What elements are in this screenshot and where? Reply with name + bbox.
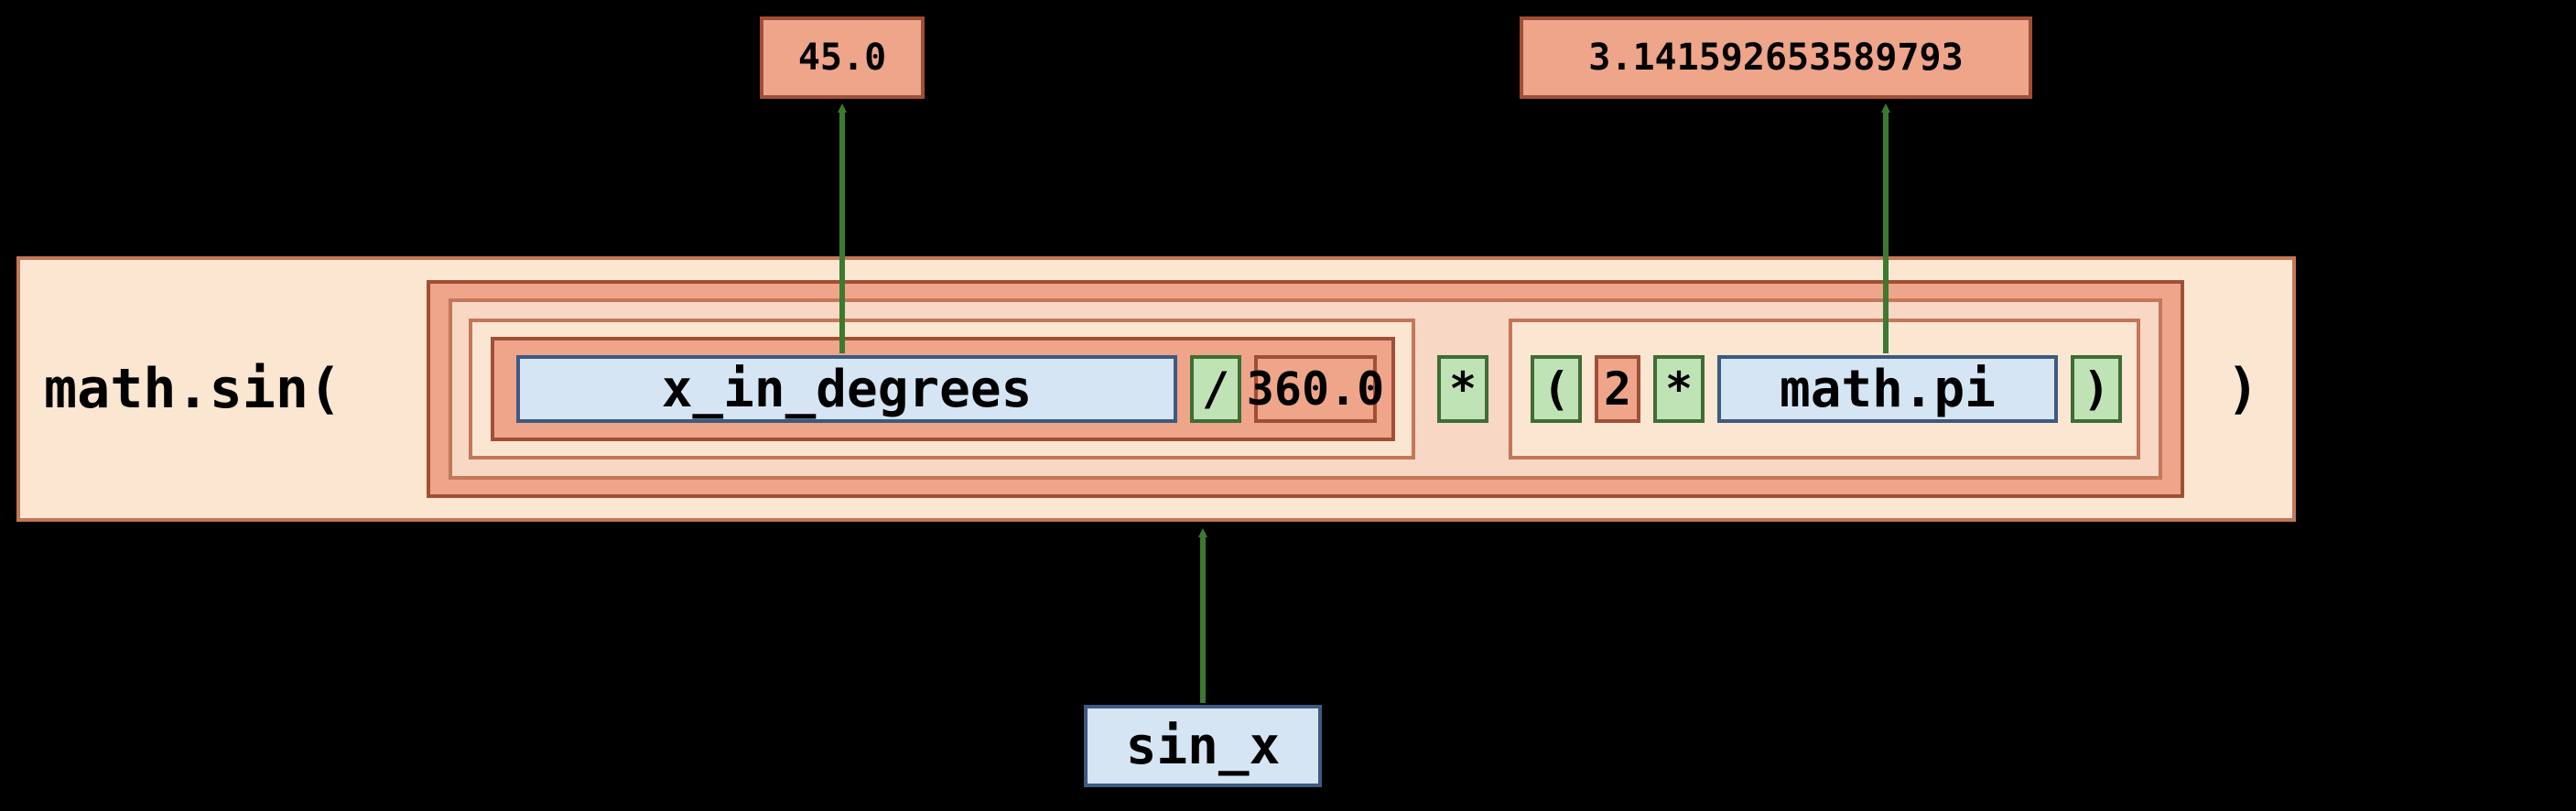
arrow-sinx-result xyxy=(0,0,2576,811)
